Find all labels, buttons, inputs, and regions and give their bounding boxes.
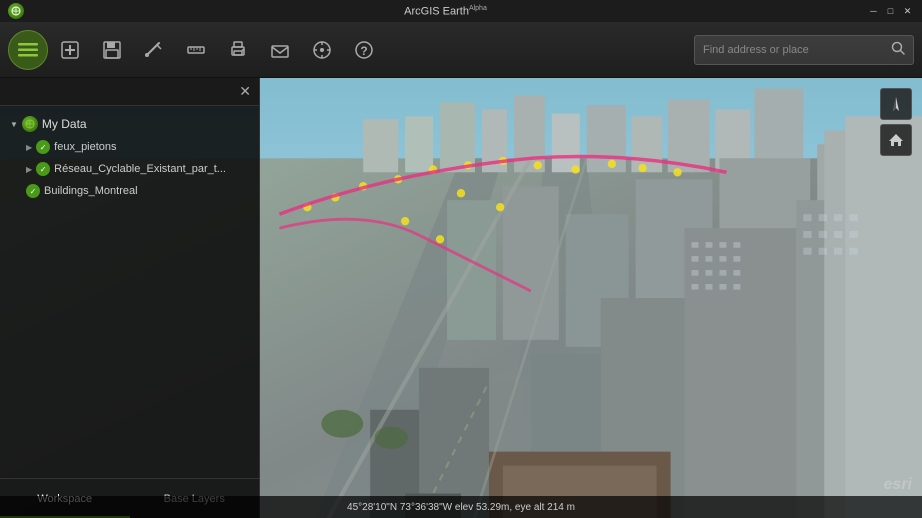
check-icon-feux: ✓ — [36, 140, 50, 154]
item-label-reseau: Réseau_Cyclable_Existant_par_t... — [54, 163, 249, 175]
item-label-buildings: Buildings_Montreal — [44, 185, 249, 197]
tree-group-header[interactable]: ▼ My Data — [4, 112, 255, 136]
item-arrow-reseau: ▶ — [26, 165, 32, 174]
tree-item-reseau[interactable]: ▶ ✓ Réseau_Cyclable_Existant_par_t... — [20, 158, 255, 180]
sidebar-header: ✕ — [0, 78, 259, 106]
svg-text:?: ? — [360, 44, 367, 58]
add-button[interactable] — [50, 30, 90, 70]
sidebar-panel: ✕ ▼ My Data — [0, 78, 260, 518]
navigate-button[interactable] — [302, 30, 342, 70]
right-controls — [880, 88, 912, 156]
coordinates-display: 45°28'10"N 73°36'38"W elev 53.29m, eye a… — [347, 502, 575, 513]
help-button[interactable]: ? — [344, 30, 384, 70]
title-bar: ArcGIS EarthAlpha ─ □ ✕ — [0, 0, 922, 22]
search-bar — [694, 35, 914, 65]
item-arrow-feux: ▶ — [26, 143, 32, 152]
app-title: ArcGIS EarthAlpha — [24, 5, 867, 18]
maximize-button[interactable]: □ — [884, 5, 897, 18]
item-label-feux: feux_pietons — [54, 141, 249, 153]
north-arrow-button[interactable] — [880, 88, 912, 120]
tree-items: ▶ ✓ feux_pietons ▶ ✓ Réseau_Cyclable_Exi… — [4, 136, 255, 202]
status-bar: 45°28'10"N 73°36'38"W elev 53.29m, eye a… — [0, 496, 922, 518]
close-button[interactable]: ✕ — [901, 5, 914, 18]
toolbar: ? — [0, 22, 922, 78]
home-button[interactable] — [880, 124, 912, 156]
tree-item-buildings[interactable]: ✓ Buildings_Montreal — [20, 180, 255, 202]
share-button[interactable] — [260, 30, 300, 70]
tree-item-feux[interactable]: ▶ ✓ feux_pietons — [20, 136, 255, 158]
menu-button[interactable] — [8, 30, 48, 70]
window-controls: ─ □ ✕ — [867, 5, 914, 18]
app-logo — [8, 3, 24, 19]
map-area[interactable]: ✕ ▼ My Data — [0, 78, 922, 518]
check-icon-reseau: ✓ — [36, 162, 50, 176]
search-input[interactable] — [703, 44, 891, 56]
measure-button[interactable] — [134, 30, 174, 70]
save-button[interactable] — [92, 30, 132, 70]
group-icon — [22, 116, 38, 132]
ruler-button[interactable] — [176, 30, 216, 70]
group-label: My Data — [42, 117, 87, 131]
tree-group-mydata: ▼ My Data ▶ ✓ feux_p — [0, 112, 259, 202]
sidebar-content: ▼ My Data ▶ ✓ feux_p — [0, 106, 259, 478]
group-arrow: ▼ — [10, 120, 18, 129]
print-button[interactable] — [218, 30, 258, 70]
minimize-button[interactable]: ─ — [867, 5, 880, 18]
esri-logo: esri — [884, 476, 912, 494]
sidebar-close-button[interactable]: ✕ — [239, 83, 251, 100]
search-icon[interactable] — [891, 41, 905, 58]
check-icon-buildings: ✓ — [26, 184, 40, 198]
